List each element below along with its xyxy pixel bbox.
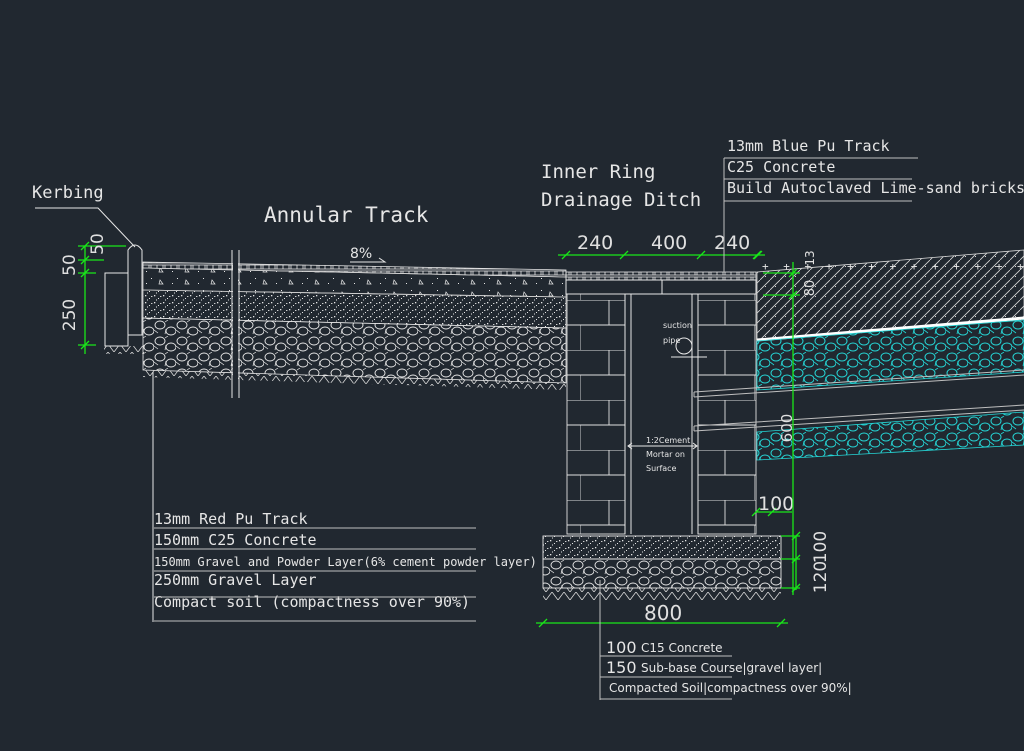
- legend-gravel-layer: 250mm Gravel Layer: [154, 571, 317, 589]
- base-legend-2-text: Sub-base Course|gravel layer|: [641, 661, 822, 675]
- drainage-ditch-section: Inner Ring Drainage Ditch 240 400 240 su…: [536, 161, 831, 628]
- legend-gravel-powder: 150mm Gravel and Powder Layer(6% cement …: [154, 555, 537, 569]
- legend-compact-soil: Compact soil (compactness over 90%): [154, 593, 470, 611]
- base-legend-3-text: Compacted Soil|compactness over 90%|: [609, 681, 852, 695]
- kerb-dim-mid: 50: [60, 254, 80, 276]
- base-legend-1-num: 100: [606, 638, 637, 657]
- ditch-title-line2: Drainage Ditch: [541, 189, 701, 211]
- surface-dim: 13: [803, 250, 817, 265]
- legend-blue-pu-track: 13mm Blue Pu Track: [727, 137, 890, 155]
- mortar-label-1: 1:2Cement: [646, 436, 690, 445]
- ditch-dim-channel: 400: [651, 232, 687, 254]
- mortar-label-3: Surface: [646, 464, 677, 473]
- mortar-label-2: Mortar on: [646, 450, 685, 459]
- legend-c25-concrete: 150mm C25 Concrete: [154, 531, 317, 549]
- slope-label: 8%: [350, 246, 372, 262]
- annular-track-title: Annular Track: [264, 203, 429, 227]
- concrete-dim: 80: [803, 280, 818, 297]
- ditch-dim-wall-right: 240: [714, 232, 750, 254]
- base-legend-1-text: C15 Concrete: [641, 641, 723, 655]
- suction-pipe-label-2: pipe: [663, 336, 680, 345]
- base-dim-concrete: 100: [811, 531, 831, 563]
- track-layer-legend: 13mm Red Pu Track 150mm C25 Concrete 150…: [154, 510, 537, 622]
- surface-marks: + + + + + + + + + + + + + + + + + + + +: [762, 260, 1024, 273]
- depth-dim: 600: [778, 414, 796, 443]
- suction-pipe-label-1: suction: [663, 321, 692, 330]
- legend-lime-sand-bricks: Build Autoclaved Lime-sand bricks: [727, 179, 1024, 197]
- kerbing-leader: [35, 207, 136, 248]
- kerb-dim-height: 250: [60, 299, 80, 331]
- base-legend-2-num: 150: [606, 658, 637, 677]
- base-dim-width: 800: [644, 601, 682, 625]
- legend-c25-concrete-right: C25 Concrete: [727, 158, 835, 176]
- cad-drawing: Kerbing 50 50 250 Annular Track 8% 13mm …: [32, 137, 1024, 700]
- blue-track-legend: 13mm Blue Pu Track C25 Concrete Build Au…: [723, 137, 1024, 272]
- kerbing-title: Kerbing: [32, 183, 104, 203]
- legend-red-pu-track: 13mm Red Pu Track: [154, 510, 308, 528]
- kerb-dim-top: 50: [88, 233, 108, 255]
- base-dim-subbase: 120: [811, 561, 831, 593]
- ditch-title-line1: Inner Ring: [541, 161, 655, 183]
- wall-offset-dim: 100: [758, 493, 794, 515]
- kerbing-detail: Kerbing 50 50 250: [32, 183, 144, 354]
- ditch-dim-wall-left: 240: [577, 232, 613, 254]
